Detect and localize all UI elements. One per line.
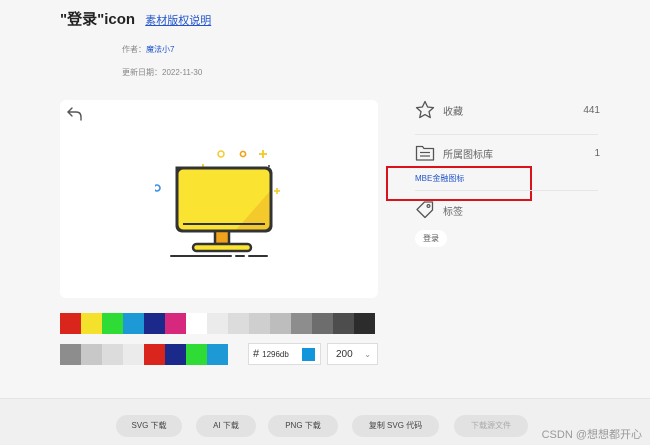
size-value: 200 — [336, 348, 353, 360]
icon-name: "登录"icon — [60, 11, 136, 28]
library-icon — [415, 145, 435, 161]
color-swatch[interactable] — [354, 313, 375, 334]
tag-chip[interactable]: 登录 — [415, 230, 447, 247]
svg-download-button[interactable]: SVG 下载 — [116, 415, 182, 437]
color-swatch[interactable] — [60, 344, 81, 365]
favorites-count: 441 — [583, 104, 600, 116]
hex-value: 1296db — [262, 349, 289, 359]
color-swatch[interactable] — [207, 313, 228, 334]
tags-row: 标签 — [415, 197, 600, 223]
color-swatch[interactable] — [207, 344, 228, 365]
library-row: 所属图标库 1 — [415, 140, 600, 166]
star-icon — [415, 100, 435, 119]
color-swatch[interactable] — [333, 313, 354, 334]
color-swatch[interactable] — [228, 313, 249, 334]
color-swatch[interactable] — [144, 313, 165, 334]
color-swatch[interactable] — [60, 313, 81, 334]
copy-svg-button[interactable]: 复制 SVG 代码 — [352, 415, 439, 437]
author-link[interactable]: 魔法小7 — [146, 45, 174, 54]
favorites-label: 收藏 — [443, 106, 463, 118]
color-swatch[interactable] — [165, 313, 186, 334]
color-swatch[interactable] — [165, 344, 186, 365]
color-palette-row-2 — [60, 344, 228, 365]
annotation-box — [386, 166, 532, 201]
copyright-link[interactable]: 素材版权说明 — [145, 15, 211, 27]
watermark: CSDN @想想都开心 — [541, 429, 642, 441]
png-download-button[interactable]: PNG 下载 — [268, 415, 338, 437]
color-swatch[interactable] — [270, 313, 291, 334]
color-swatch[interactable] — [312, 313, 333, 334]
color-swatch[interactable] — [102, 344, 123, 365]
divider — [415, 190, 598, 191]
favorites-row[interactable]: 收藏 441 — [415, 97, 600, 123]
color-swatch[interactable] — [123, 313, 144, 334]
date-line: 更新日期：2022-11-30 — [122, 67, 202, 78]
color-swatch[interactable] — [123, 344, 144, 365]
color-swatch[interactable] — [186, 344, 207, 365]
login-monitor-icon — [155, 150, 280, 257]
color-swatch[interactable] — [102, 313, 123, 334]
library-count: 1 — [594, 147, 600, 159]
divider — [415, 134, 598, 135]
color-swatch[interactable] — [81, 313, 102, 334]
download-bar: SVG 下载 AI 下载 PNG 下载 复制 SVG 代码 下载源文件 CSDN… — [0, 398, 650, 445]
chevron-down-icon: ⌄ — [364, 349, 371, 359]
color-swatch[interactable] — [186, 313, 207, 334]
tags-label: 标签 — [443, 206, 463, 218]
color-palette-row-1 — [60, 313, 375, 334]
library-label: 所属图标库 — [443, 149, 493, 161]
color-swatch[interactable] — [291, 313, 312, 334]
ai-download-button[interactable]: AI 下载 — [196, 415, 256, 437]
source-download-button[interactable]: 下载源文件 — [454, 415, 528, 437]
color-hex-input[interactable]: # 1296db — [248, 343, 321, 365]
color-swatch[interactable] — [144, 344, 165, 365]
color-swatch[interactable] — [81, 344, 102, 365]
date-value: 2022-11-30 — [162, 68, 203, 77]
size-select[interactable]: 200 ⌄ — [327, 343, 378, 365]
author-label: 作者： — [122, 45, 146, 54]
color-swatch[interactable] — [249, 313, 270, 334]
hash-symbol: # — [253, 348, 260, 360]
tag-icon — [416, 201, 434, 219]
author-line: 作者：魔法小7 — [122, 44, 174, 55]
undo-icon[interactable] — [66, 106, 84, 122]
icon-preview-card — [60, 100, 378, 298]
current-color-chip — [302, 347, 315, 361]
page-title: "登录"icon 素材版权说明 — [60, 8, 211, 29]
date-label: 更新日期： — [122, 68, 162, 77]
